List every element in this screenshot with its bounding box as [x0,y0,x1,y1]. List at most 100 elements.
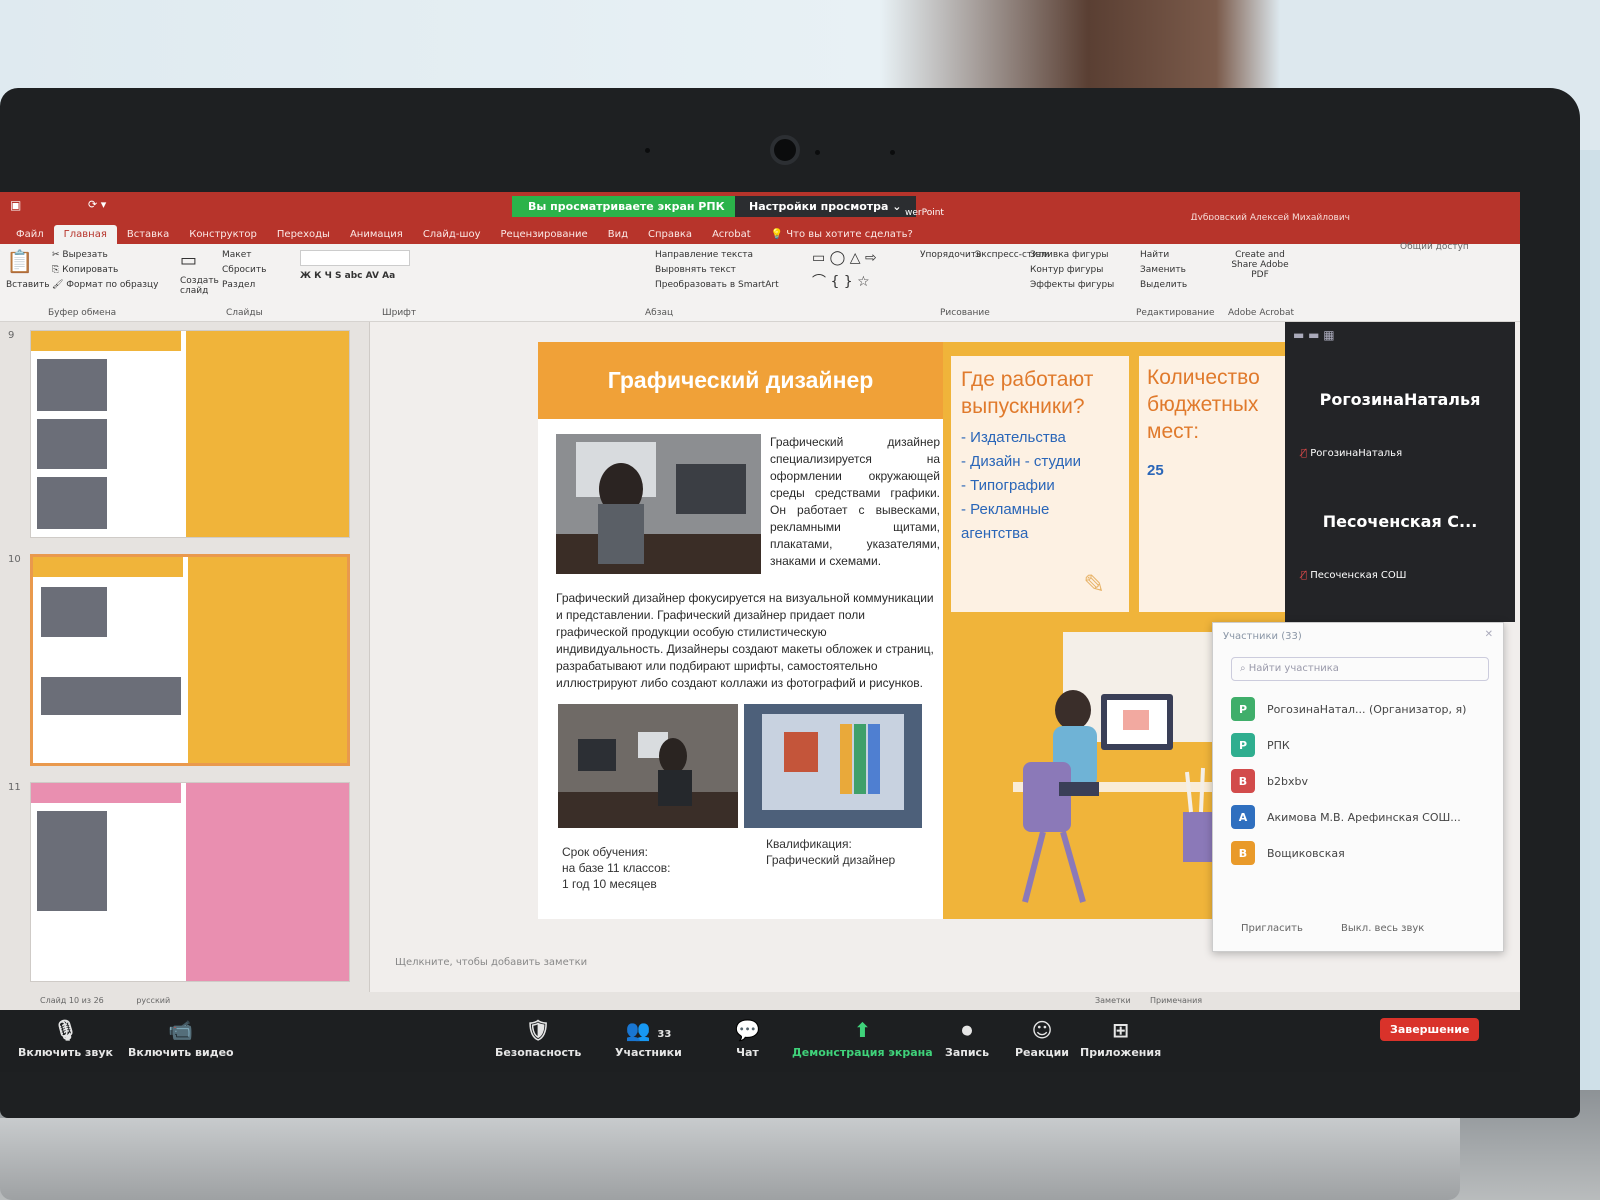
end-meeting-button[interactable]: Завершение [1380,1018,1480,1041]
slide-intro-text: Графический дизайнер специализируется на… [770,435,940,568]
tab-help[interactable]: Справка [638,225,702,244]
participant-name: Вощиковская [1267,846,1345,860]
participant-row[interactable]: Bb2bxbv [1231,767,1489,795]
shapes-gallery[interactable]: ▭ ◯ △ ⇨ ⌒ { } ☆ [812,250,877,296]
share-screen-button[interactable]: ⬆ Демонстрация экрана [792,1018,933,1059]
paste-icon[interactable]: 📋 [6,250,50,275]
chat-icon: 💬 [735,1018,760,1042]
participant-name: b2bxbv [1267,774,1308,788]
align-text-button[interactable]: Выровнять текст [655,265,779,275]
zoom-view-settings-button[interactable]: Настройки просмотра ⌄ [735,196,916,217]
record-button[interactable]: ⏺ Запись [945,1018,989,1059]
participant-row[interactable]: Р РогозинаНатал... (Организатор, я) [1231,695,1489,723]
tab-review[interactable]: Рецензирование [491,225,598,244]
tab-animations[interactable]: Анимация [340,225,413,244]
study-term-block: Срок обучения: на базе 11 классов: 1 год… [562,844,671,892]
invite-button[interactable]: Пригласить [1241,923,1303,934]
participant-row[interactable]: Р РПК [1231,731,1489,759]
gallery-controls-icon[interactable]: ▬ ▬ ▦ [1293,328,1335,342]
slide-thumbnail-selected[interactable] [30,554,350,766]
tab-file[interactable]: Файл [6,225,54,244]
zoom-share-badge: Вы просматриваете экран РПК [512,196,741,217]
tab-view[interactable]: Вид [598,225,638,244]
participant-row[interactable]: В Вощиковская [1231,839,1489,867]
tell-me-search[interactable]: 💡 Что вы хотите сделать? [761,225,923,244]
notes-placeholder[interactable]: Щелкните, чтобы добавить заметки [395,957,587,968]
budget-places-title: Количество бюджетных мест: [1147,366,1260,443]
ribbon: 📋 Вставить ✂ Вырезать ⎘ Копировать 🖌 Фор… [0,242,1520,322]
participant-name: Акимова М.В. Арефинская СОШ... [1267,810,1461,824]
tab-acrobat[interactable]: Acrobat [702,225,761,244]
tab-transitions[interactable]: Переходы [267,225,340,244]
save-icon[interactable]: ▣ [10,198,21,212]
where-graduates-list: - Издательства - Дизайн - студии - Типог… [961,426,1119,546]
text-direction-button[interactable]: Направление текста [655,250,779,260]
slide-title: Графический дизайнер [607,367,874,393]
tab-home[interactable]: Главная [53,225,117,244]
participant-tile-label: 🎙̸ Песоченская СОШ [1301,570,1406,581]
find-button[interactable]: Найти [1140,250,1187,260]
share-link[interactable]: Общий доступ [1400,242,1469,252]
thumb-number: 9 [8,330,15,341]
font-family-select[interactable] [300,250,410,266]
security-label: Безопасность [495,1046,582,1059]
arrange-button[interactable]: Упорядочить [920,250,981,265]
avatar: Р [1231,733,1255,757]
replace-button[interactable]: Заменить [1140,265,1187,275]
share-screen-icon: ⬆ [853,1018,871,1042]
section-button[interactable]: Раздел [222,280,266,290]
language-indicator[interactable]: русский [136,996,170,1005]
security-button[interactable]: 🛡 Безопасность [495,1018,581,1059]
copy-button[interactable]: ⎘ Копировать [52,265,158,275]
participants-button[interactable]: 👥 33 Участники [615,1018,682,1059]
participant-tile-label: 🎙̸ РогозинаНаталья [1301,448,1402,459]
shape-fill-button[interactable]: Заливка фигуры [1030,250,1114,260]
tab-insert[interactable]: Вставка [117,225,179,244]
participant-row[interactable]: А Акимова М.В. Арефинская СОШ... [1231,803,1489,831]
mute-label: Включить звук [18,1046,114,1059]
slide-canvas[interactable]: Графический дизайнер Графический дизайне… [538,342,1298,919]
chat-button[interactable]: 💬 Чат [735,1018,760,1059]
video-label: Включить видео [128,1046,234,1059]
tell-me-label: Что вы хотите сделать? [786,229,913,240]
tab-design[interactable]: Конструктор [179,225,267,244]
notes-toggle[interactable]: Заметки [1095,996,1131,1005]
webcam-icon [770,135,800,165]
ppt-title-bar: ▣ ⟳ ▾ Вы просматриваете экран РПК Настро… [0,192,1520,223]
slide-thumbnail[interactable] [30,330,350,538]
thumb-number: 10 [8,554,21,565]
create-pdf-button[interactable]: Create and Share Adobe PDF [1225,250,1295,285]
avatar: B [1231,769,1255,793]
start-video-button[interactable]: 📹 Включить видео [128,1018,234,1059]
shield-icon: 🛡 [525,1018,551,1042]
slide-thumbnail[interactable] [30,782,350,982]
budget-places-value: 25 [1147,462,1164,479]
mute-all-button[interactable]: Выкл. весь звук [1341,923,1424,934]
list-item: - Издательства [961,429,1066,446]
create-pdf-label: Create and Share Adobe PDF [1231,250,1289,280]
paste-button[interactable]: Вставить [6,280,50,290]
muted-mic-icon: 🎙̸ [1301,448,1311,459]
sensor-dot [890,150,895,155]
reactions-button[interactable]: ☺ Реакции [1015,1018,1069,1059]
format-painter-button[interactable]: 🖌 Формат по образцу [52,280,158,290]
mute-button[interactable]: 🎙 Включить звук [18,1018,113,1059]
apps-button[interactable]: ⊞ Приложения [1080,1018,1161,1059]
format-painter-label: Формат по образцу [66,280,159,290]
select-button[interactable]: Выделить [1140,280,1187,290]
thumb-photo [37,419,107,469]
cut-button[interactable]: ✂ Вырезать [52,250,158,260]
quick-access-icon[interactable]: ⟳ ▾ [88,198,106,211]
close-icon[interactable]: ✕ [1485,629,1493,640]
pencil-icon: ✎ [1083,570,1105,600]
shape-outline-button[interactable]: Контур фигуры [1030,265,1114,275]
tab-slideshow[interactable]: Слайд-шоу [413,225,491,244]
comments-toggle[interactable]: Примечания [1150,996,1202,1005]
font-format-buttons[interactable]: Ж К Ч S abc AV Aa [300,271,410,281]
reset-button[interactable]: Сбросить [222,265,266,275]
shape-effects-button[interactable]: Эффекты фигуры [1030,280,1114,290]
participant-tile-name: Песоченская С... [1322,512,1478,531]
layout-button[interactable]: Макет [222,250,266,260]
smartart-button[interactable]: Преобразовать в SmartArt [655,280,779,290]
participant-search-input[interactable]: ⌕ Найти участника [1231,657,1489,681]
